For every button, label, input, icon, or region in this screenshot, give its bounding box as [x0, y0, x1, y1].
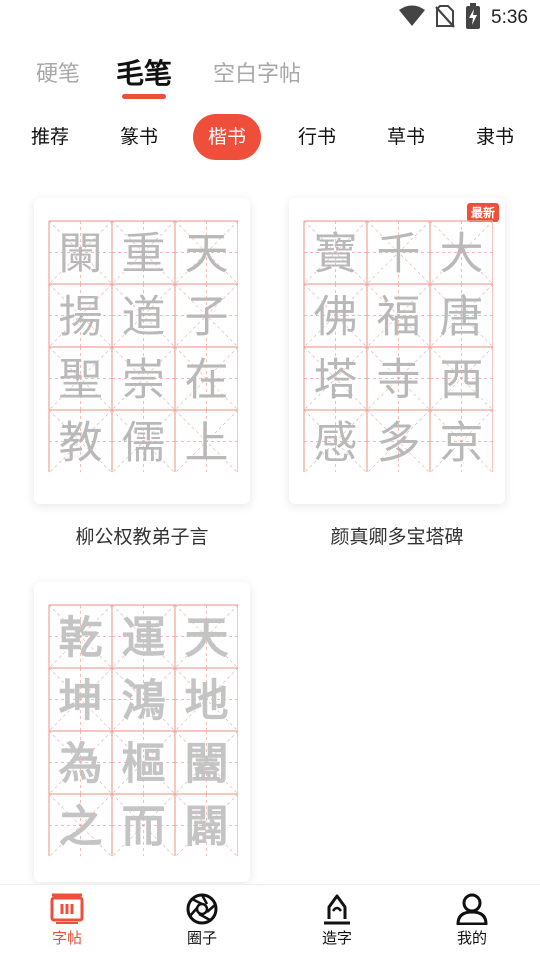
- tab-hard-pen[interactable]: 硬笔: [36, 56, 80, 88]
- user-icon: [427, 893, 517, 925]
- clock: 5:36: [491, 7, 528, 28]
- grid-character: 之: [59, 802, 103, 853]
- grid-character: 樞: [122, 739, 166, 790]
- nav-label: 我的: [456, 929, 487, 947]
- grid-character: 上: [185, 418, 229, 469]
- grid-character: 子: [185, 292, 229, 343]
- category-clerical-script[interactable]: 隶书: [473, 114, 517, 160]
- grid-character: 西: [440, 355, 484, 406]
- category-bar: 推荐 篆书 楷书 行书 草书 隶书: [0, 114, 540, 160]
- copybook-preview: 寶千大佛福唐塔寺西感多京: [303, 220, 493, 472]
- bottom-navigation: 字帖 圈子 造字 我的: [0, 884, 540, 960]
- copybook-preview: 乾運天坤鴻地為樞闔之而闢: [48, 604, 238, 856]
- grid-character: 天: [185, 229, 229, 280]
- copybook-card[interactable]: 乾運天坤鴻地為樞闔之而闢: [34, 582, 250, 882]
- grid-character: 闢: [185, 802, 229, 853]
- grid-character: 千: [377, 229, 421, 280]
- grid-character: 大: [440, 229, 484, 280]
- grid-character: 揚: [59, 292, 103, 343]
- copybook-card[interactable]: 闌重天揚道子聖崇在教儒上: [34, 198, 250, 504]
- nav-copybook[interactable]: 字帖: [22, 893, 112, 948]
- grid-character: 寶: [314, 229, 358, 280]
- category-cursive-script[interactable]: 草书: [384, 114, 428, 160]
- category-running-script[interactable]: 行书: [295, 114, 339, 160]
- nav-label: 圈子: [186, 929, 217, 947]
- grid-character: 唐: [440, 292, 484, 343]
- pen-nib-icon: [292, 893, 382, 925]
- grid-character: 闌: [59, 229, 103, 280]
- top-tabs: 硬笔 毛笔 空白字帖: [0, 48, 540, 104]
- category-seal-script[interactable]: 篆书: [117, 114, 161, 160]
- nav-label: 字帖: [51, 929, 82, 947]
- grid-character: 為: [59, 739, 103, 790]
- grid-character: 多: [377, 418, 421, 469]
- grid-character: 儒: [122, 418, 166, 469]
- grid-character: 在: [185, 355, 229, 406]
- tab-brush[interactable]: 毛笔: [116, 52, 172, 92]
- grid-character: 闔: [185, 739, 229, 790]
- status-bar: 5:36: [0, 0, 540, 36]
- grid-character: 天: [185, 613, 229, 664]
- no-sim-icon: [435, 4, 455, 32]
- grid-character: 教: [59, 418, 103, 469]
- nav-create-character[interactable]: 造字: [292, 893, 382, 948]
- copybook-card[interactable]: 最新 寶千大佛福唐塔寺西感多京: [289, 198, 505, 504]
- grid-character: 感: [314, 418, 358, 469]
- grid-character: 鴻: [122, 676, 166, 727]
- category-regular-script[interactable]: 楷书: [193, 114, 261, 160]
- copybook-title[interactable]: 颜真卿多宝塔碑: [267, 522, 527, 549]
- grid-character: 地: [185, 676, 229, 727]
- grid-character: 塔: [314, 355, 358, 406]
- grid-character: 道: [122, 292, 166, 343]
- copybook-preview: 闌重天揚道子聖崇在教儒上: [48, 220, 238, 472]
- copybook-icon: [22, 893, 112, 925]
- grid-character: 而: [122, 802, 166, 853]
- grid-character: 崇: [122, 355, 166, 406]
- aperture-icon: [157, 893, 247, 925]
- grid-character: 坤: [59, 676, 103, 727]
- nav-profile[interactable]: 我的: [427, 893, 517, 948]
- grid-character: 重: [122, 229, 166, 280]
- active-tab-indicator: [122, 94, 166, 99]
- nav-label: 造字: [321, 929, 352, 947]
- grid-character: 乾: [59, 613, 103, 664]
- grid-character: 聖: [59, 355, 103, 406]
- battery-charging-icon: [465, 3, 481, 33]
- grid-character: 運: [122, 613, 166, 664]
- grid-character: 寺: [377, 355, 421, 406]
- grid-character: 福: [377, 292, 421, 343]
- wifi-icon: [399, 5, 426, 31]
- category-recommended[interactable]: 推荐: [28, 114, 72, 160]
- grid-character: 京: [440, 418, 484, 469]
- grid-character: 佛: [314, 292, 358, 343]
- status-icons: 5:36: [399, 3, 528, 33]
- copybook-title[interactable]: 柳公权教弟子言: [12, 522, 272, 549]
- tab-blank-copybook[interactable]: 空白字帖: [213, 56, 301, 88]
- nav-circle[interactable]: 圈子: [157, 893, 247, 948]
